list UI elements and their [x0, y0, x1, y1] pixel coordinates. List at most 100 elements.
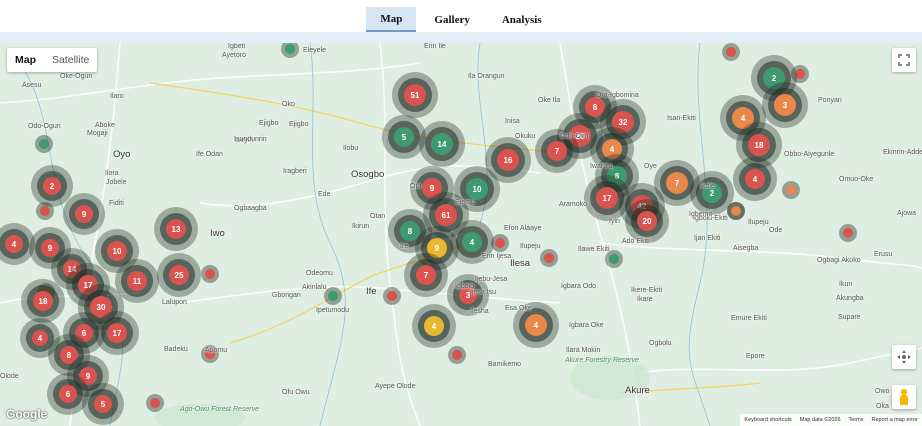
marker-cluster[interactable]: 20	[625, 199, 669, 243]
marker-cluster[interactable]: 51	[392, 72, 438, 118]
place-label: Owo	[875, 388, 890, 395]
tab-map[interactable]: Map	[366, 7, 417, 32]
cluster-count: 6	[82, 329, 87, 338]
map-type-satellite-button[interactable]: Satellite	[44, 48, 97, 72]
top-navigation: Map Gallery Analysis	[0, 0, 922, 32]
single-marker[interactable]	[146, 394, 164, 412]
place-label: Ejemu	[455, 199, 475, 206]
place-label: Odo-Ogun	[28, 123, 61, 130]
marker-cluster[interactable]: 13	[154, 207, 198, 251]
place-label: Ede	[318, 191, 331, 198]
place-label: Igbajo	[455, 283, 475, 290]
cluster-count: 4	[432, 322, 437, 331]
single-marker[interactable]	[540, 249, 558, 267]
keyboard-shortcuts-link[interactable]: Keyboard shortcuts	[740, 417, 795, 423]
single-marker[interactable]	[839, 224, 857, 242]
place-label: Ikirun	[352, 223, 370, 230]
single-marker[interactable]	[782, 181, 800, 199]
cluster-count: 30	[97, 303, 106, 312]
place-label: Aboke	[95, 122, 115, 129]
place-label: Iyin	[609, 218, 620, 225]
cluster-count: 9	[430, 184, 435, 193]
cluster-count: 5	[101, 400, 106, 409]
marker-cluster[interactable]: 9	[63, 193, 105, 235]
place-label: Eleyele	[303, 47, 326, 54]
place-label: Ilora	[105, 170, 119, 177]
place-label: Ila Orangun	[468, 73, 505, 80]
marker-cluster[interactable]: 2	[31, 165, 73, 207]
place-label: Ilesa	[510, 258, 531, 269]
cluster-count: 7	[675, 179, 680, 188]
single-marker[interactable]	[35, 135, 53, 153]
marker-cluster[interactable]: 5	[382, 115, 426, 159]
tab-gallery[interactable]: Gallery	[420, 7, 483, 32]
place-label: Gbongan	[272, 292, 301, 299]
camera-control-icon[interactable]	[892, 345, 916, 369]
single-marker[interactable]	[722, 43, 740, 61]
place-label: Erusu	[874, 251, 893, 258]
place-label: Ekinrin-Adde	[883, 149, 922, 156]
place-label: Okuku	[515, 133, 536, 140]
place-label: Ilupeju	[748, 219, 769, 226]
marker-cluster[interactable]: 5	[82, 383, 124, 425]
map-canvas[interactable]: 2 9 4 9 10 13 14 11 25 17 18 30 6 17 8 9 6 5 4 51 5 14 16 9 10 61…	[0, 43, 922, 426]
marker-dot	[205, 269, 215, 279]
place-label: Ijan Ekiti	[694, 235, 721, 242]
map-type-map-button[interactable]: Map	[7, 48, 44, 72]
marker-cluster[interactable]: 2	[690, 171, 734, 215]
marker-cluster[interactable]: 25	[157, 253, 201, 297]
marker-cluster[interactable]: 4	[733, 157, 777, 201]
marker-dot	[150, 398, 160, 408]
map-type-control: Map Satellite	[7, 48, 98, 72]
marker-dot	[544, 253, 554, 263]
place-label: Obbo-Aiyegunle	[784, 151, 835, 158]
place-label: Fiditi	[109, 200, 124, 207]
cluster-count: 17	[113, 329, 122, 338]
marker-cluster[interactable]: 4	[412, 304, 456, 348]
single-marker[interactable]	[281, 43, 299, 58]
place-label: Iwaraja	[590, 163, 613, 170]
cluster-count: 8	[67, 351, 72, 360]
place-label: Odeomu	[306, 270, 333, 277]
single-marker[interactable]	[201, 265, 219, 283]
marker-cluster[interactable]: 14	[419, 121, 465, 167]
marker-cluster[interactable]: 17	[95, 311, 139, 355]
place-label: Oko	[282, 101, 295, 108]
cluster-count: 5	[402, 133, 407, 142]
place-label: Ponyan	[818, 97, 842, 104]
marker-cluster[interactable]: 3	[762, 82, 808, 128]
marker-cluster[interactable]: 18	[21, 279, 65, 323]
place-label: Ilaro	[110, 93, 124, 100]
place-label: Oka	[876, 403, 889, 410]
map-attribution: Keyboard shortcuts Map data ©2026 Terms …	[740, 414, 922, 426]
marker-cluster[interactable]: 7	[404, 253, 448, 297]
marker-cluster[interactable]: 4	[20, 318, 60, 358]
place-label: Inisa	[505, 118, 520, 125]
place-label: Omuo-Oke	[839, 176, 874, 183]
terms-link[interactable]: Terms	[845, 417, 868, 423]
place-label: Epore	[746, 353, 765, 360]
place-label: Ilara Mokin	[566, 347, 601, 354]
marker-dot	[39, 139, 49, 149]
single-marker[interactable]	[383, 287, 401, 305]
place-label: Ejigbo	[259, 120, 279, 127]
place-label: Isan-Ekiti	[667, 115, 696, 122]
place-label: Oye	[644, 163, 657, 170]
fullscreen-icon[interactable]	[892, 48, 916, 72]
single-marker[interactable]	[448, 346, 466, 364]
report-error-link[interactable]: Report a map error	[868, 417, 922, 423]
tab-analysis[interactable]: Analysis	[488, 7, 556, 32]
place-label: Akungba	[836, 295, 864, 302]
place-label: Oyo	[113, 149, 131, 160]
marker-dot	[495, 238, 505, 248]
place-label: Esa Oke	[505, 305, 532, 312]
street-view-pegman-icon[interactable]	[892, 385, 916, 409]
nav-separator-bar	[0, 32, 922, 43]
place-label: Ikole	[700, 183, 715, 190]
cluster-count: 4	[534, 321, 539, 330]
map-data-text: Map data ©2026	[799, 417, 841, 423]
place-label: Ogbagi Akoko	[817, 257, 861, 264]
cluster-count: 4	[741, 114, 746, 123]
place-label: Akure Forestry Reserve	[565, 357, 639, 364]
marker-cluster[interactable]: 11	[115, 259, 159, 303]
